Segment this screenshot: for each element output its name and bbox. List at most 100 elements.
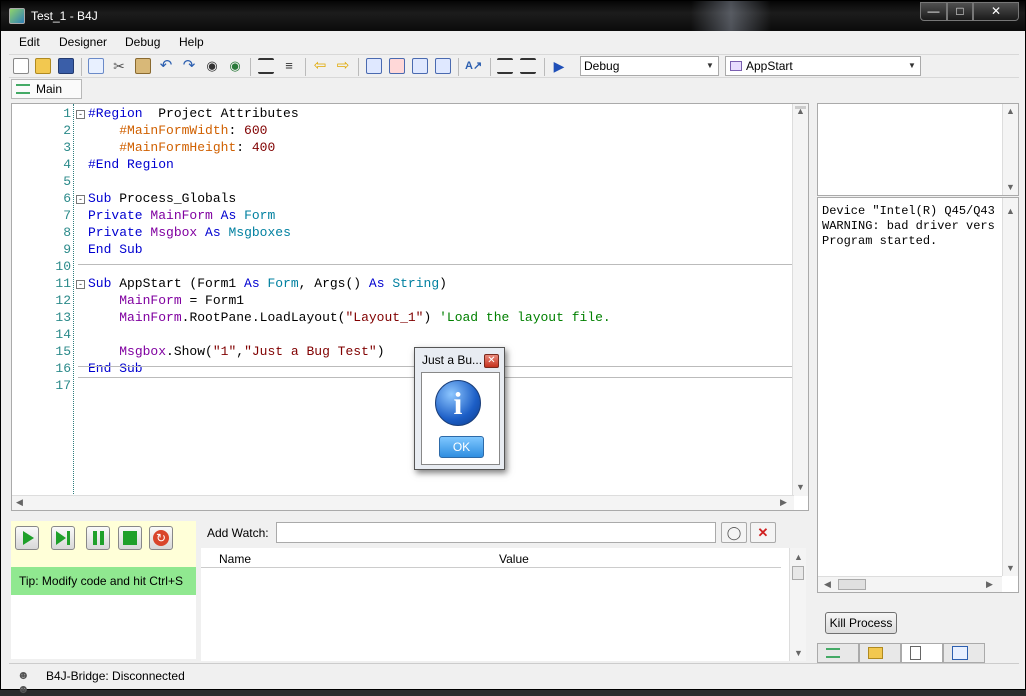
dialog-title: Just a Bu... <box>422 353 483 367</box>
stop-button[interactable] <box>118 526 142 550</box>
watch-scrollbar[interactable]: ▲ ▼ <box>789 548 806 661</box>
line-number: 14 <box>55 327 71 342</box>
menu-help[interactable]: Help <box>179 35 204 49</box>
fold-toggle-icon[interactable]: - <box>76 195 85 204</box>
code-line[interactable]: Private MainForm As Form <box>88 208 275 225</box>
log-line: Device "Intel(R) Q45/Q43 <box>822 204 995 218</box>
code-line[interactable]: #MainFormHeight: 400 <box>88 140 275 157</box>
watch-panel: Add Watch: ◯ ✕ Name Value ▲ ▼ <box>201 521 806 661</box>
add-watch-input[interactable] <box>276 522 716 543</box>
line-number: 12 <box>55 293 71 308</box>
right-panel-tabs <box>817 643 1019 663</box>
debug-run-button[interactable] <box>15 526 39 550</box>
code-line[interactable]: MainForm = Form1 <box>88 293 244 310</box>
undo-icon[interactable]: ↶ <box>158 58 174 74</box>
watch-remove-button[interactable]: ✕ <box>750 522 776 543</box>
menu-debug[interactable]: Debug <box>125 35 160 49</box>
log-icon <box>910 646 921 660</box>
code-line[interactable]: Sub Process_Globals <box>88 191 236 208</box>
find-replace-icon[interactable]: ◉ <box>227 58 243 74</box>
pause-button[interactable] <box>86 526 110 550</box>
line-number: 6 <box>63 191 71 206</box>
open-folder-icon[interactable] <box>35 58 51 74</box>
prev-bookmark-icon[interactable] <box>412 58 428 74</box>
close-button[interactable]: ✕ <box>973 2 1019 21</box>
indent-icon[interactable] <box>258 58 274 74</box>
fold-toggle-icon[interactable]: - <box>76 110 85 119</box>
watch-glasses-button[interactable]: ◯ <box>721 522 747 543</box>
log-line: WARNING: bad driver vers <box>822 219 995 233</box>
book-icon <box>952 646 968 660</box>
code-line[interactable]: Sub AppStart (Form1 As Form, Args() As S… <box>88 276 447 293</box>
entry-point-select[interactable]: AppStart ▼ <box>725 56 921 76</box>
watch-table-header <box>201 548 781 568</box>
code-line[interactable]: MainForm.RootPane.LoadLayout("Layout_1")… <box>88 310 611 327</box>
right-top-panel: ▲ ▼ <box>817 103 1019 196</box>
menu-designer[interactable]: Designer <box>59 35 107 49</box>
minimize-button[interactable]: — <box>920 2 947 21</box>
dialog-close-button[interactable]: ✕ <box>484 354 499 368</box>
restart-icon: ↻ <box>153 530 169 546</box>
ok-button[interactable]: OK <box>439 436 484 458</box>
build-config-select[interactable]: Debug ▼ <box>580 56 719 76</box>
fold-toggle-icon[interactable]: - <box>76 280 85 289</box>
save-icon[interactable] <box>58 58 74 74</box>
code-editor[interactable]: #Region Project Attributes #MainFormWidt… <box>11 103 809 511</box>
redo-icon[interactable]: ↷ <box>181 58 197 74</box>
tab-modules[interactable] <box>817 643 859 663</box>
title-bar: Test_1 - B4J — □ ✕ <box>1 1 1025 31</box>
log-horizontal-scrollbar[interactable]: ◀ ▶ <box>818 576 1002 592</box>
watch-col-name[interactable]: Name <box>219 552 251 566</box>
line-number: 4 <box>63 157 71 172</box>
forward-icon[interactable]: ⇨ <box>335 58 351 74</box>
app-icon <box>9 8 25 24</box>
tab-logs[interactable] <box>901 643 943 663</box>
watch-table: Name Value ▲ ▼ <box>201 548 806 661</box>
menu-edit[interactable]: Edit <box>19 35 40 49</box>
status-bar: ☻☻ B4J-Bridge: Disconnected <box>9 663 1019 696</box>
watch-col-value[interactable]: Value <box>499 552 529 566</box>
code-line[interactable]: End Sub <box>88 361 143 378</box>
cut-icon[interactable]: ✂ <box>111 58 127 74</box>
right-top-scrollbar[interactable]: ▲ ▼ <box>1002 104 1018 195</box>
block-unindent-icon[interactable] <box>520 58 536 74</box>
code-line[interactable]: Msgbox.Show("1","Just a Bug Test") <box>88 344 384 361</box>
bookmark-icon[interactable] <box>366 58 382 74</box>
comment-icon[interactable]: ≡ <box>281 58 297 74</box>
paste-icon[interactable] <box>135 58 151 74</box>
play-icon <box>23 531 34 545</box>
dialog-body: i OK <box>421 372 500 465</box>
block-indent-icon[interactable] <box>497 58 513 74</box>
tab-files[interactable] <box>859 643 901 663</box>
debug-tip: Tip: Modify code and hit Ctrl+S <box>11 567 196 595</box>
tab-libraries[interactable] <box>943 643 985 663</box>
sub-icon <box>730 61 742 71</box>
new-file-icon[interactable] <box>13 58 29 74</box>
line-number: 11 <box>55 276 71 291</box>
run-icon[interactable]: ▶ <box>551 58 567 74</box>
chevron-down-icon: ▼ <box>908 61 916 70</box>
autocomplete-icon[interactable]: A↗ <box>465 58 482 74</box>
code-line[interactable]: #MainFormWidth: 600 <box>88 123 267 140</box>
log-vertical-scrollbar[interactable]: ▲ ▼ <box>1002 198 1018 576</box>
code-line[interactable]: Private Msgbox As Msgboxes <box>88 225 291 242</box>
copy-icon[interactable] <box>88 58 104 74</box>
back-icon[interactable]: ⇦ <box>312 58 328 74</box>
next-bookmark-icon[interactable] <box>435 58 451 74</box>
restart-button[interactable]: ↻ <box>149 526 173 550</box>
window-title: Test_1 - B4J <box>31 9 98 23</box>
kill-process-button[interactable]: Kill Process <box>825 612 897 634</box>
modules-icon <box>826 648 840 658</box>
editor-horizontal-scrollbar[interactable]: ◀ ▶ <box>12 495 794 510</box>
code-line[interactable]: End Sub <box>88 242 143 259</box>
editor-vertical-scrollbar[interactable]: ▲ ▼ <box>792 104 808 496</box>
line-number: 3 <box>63 140 71 155</box>
code-line[interactable]: #End Region <box>88 157 174 174</box>
find-icon[interactable]: ◉ <box>204 58 220 74</box>
remove-bookmarks-icon[interactable] <box>389 58 405 74</box>
menu-bar: Edit Designer Debug Help <box>9 32 1019 53</box>
step-button[interactable] <box>51 526 75 550</box>
maximize-button[interactable]: □ <box>947 2 973 21</box>
tab-main-module[interactable]: Main <box>11 79 82 99</box>
code-line[interactable]: #Region Project Attributes <box>88 106 299 123</box>
